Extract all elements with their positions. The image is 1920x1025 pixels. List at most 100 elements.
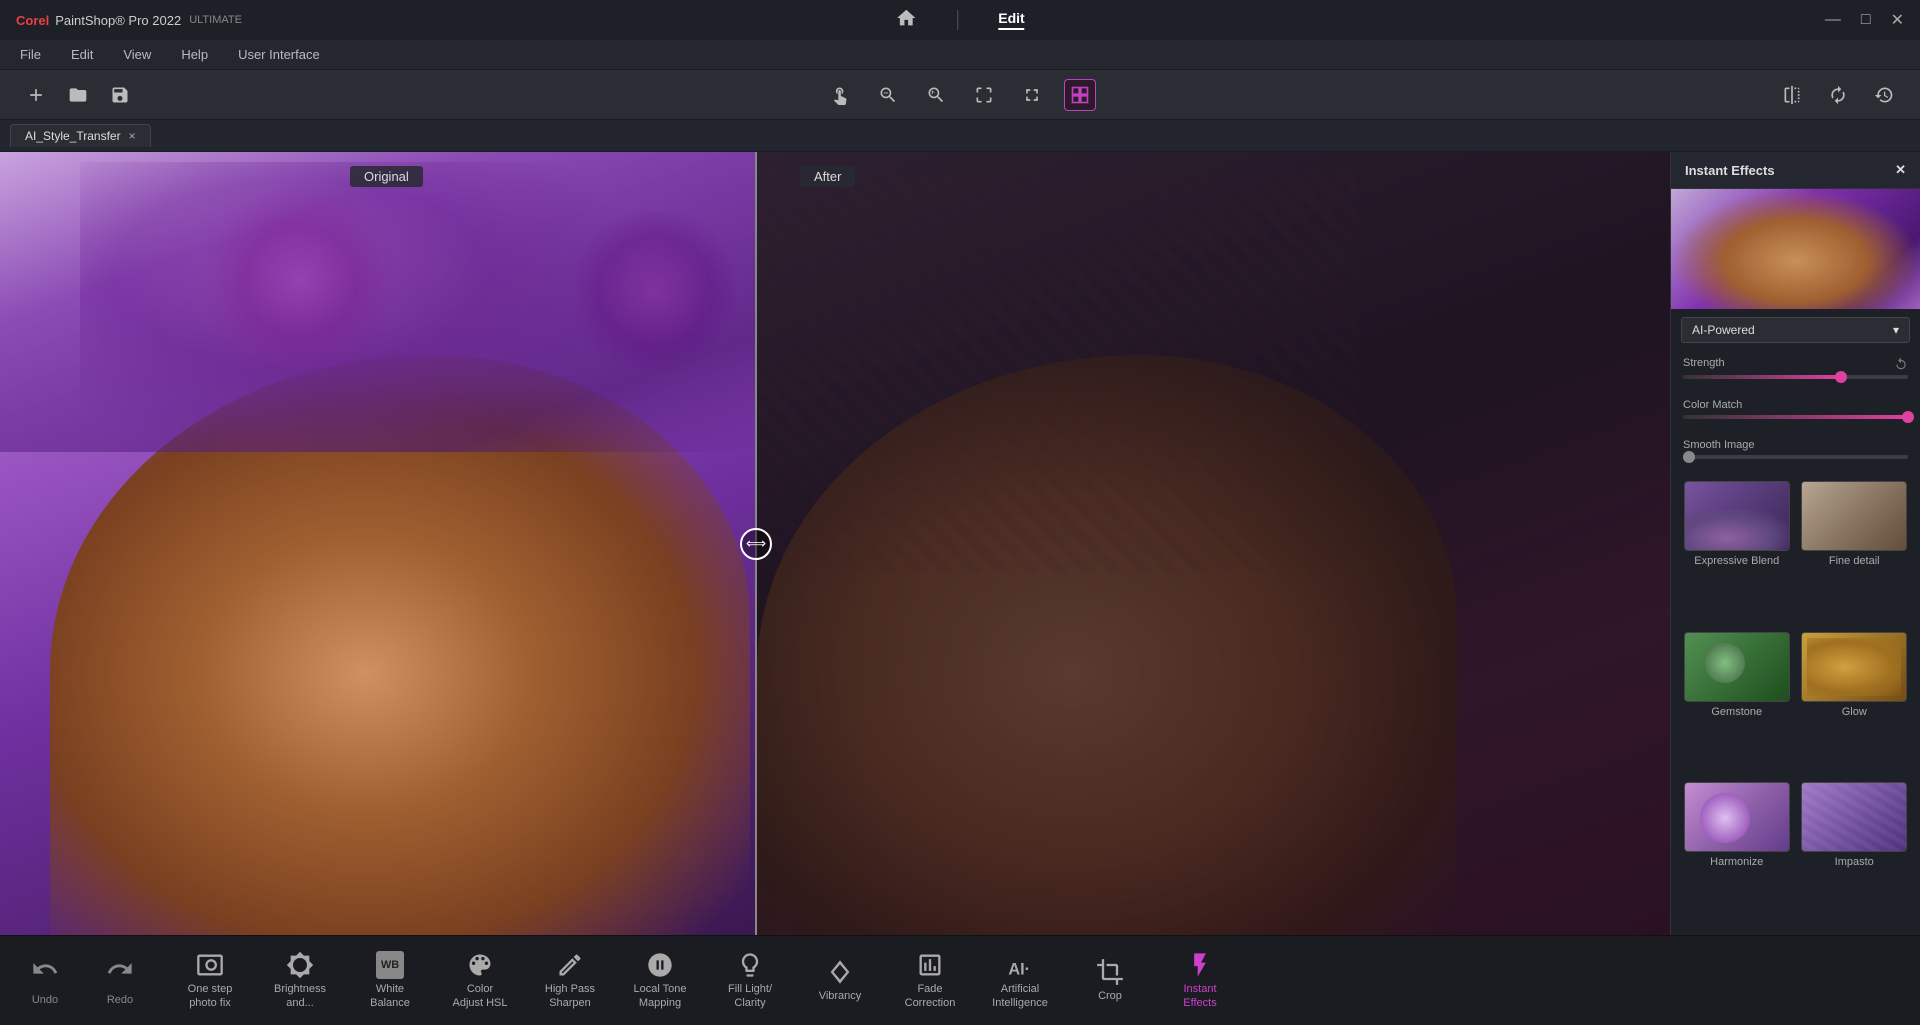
flip-horizontal-button[interactable] [1776, 79, 1808, 111]
brightness-button[interactable]: Brightnessand... [255, 941, 345, 1021]
zoom-out-button[interactable] [872, 79, 904, 111]
one-step-photo-button[interactable]: One stepphoto fix [165, 941, 255, 1021]
svg-text:AI·: AI· [1008, 961, 1030, 979]
undo-icon [31, 955, 59, 990]
brightness-label: Brightnessand... [274, 983, 326, 1009]
color-match-slider-section: Color Match [1671, 393, 1920, 433]
bottom-toolbar: Undo Redo One stepphoto fix Brightnessan… [0, 935, 1920, 1025]
minimize-button[interactable]: — [1825, 11, 1841, 29]
ai-icon: AI· [1006, 951, 1034, 979]
local-tone-icon [646, 951, 674, 979]
history-icon [1874, 85, 1894, 105]
brightness-icon [286, 951, 314, 979]
open-file-button[interactable] [62, 79, 94, 111]
fade-correction-icon [916, 951, 944, 979]
fill-light-label: Fill Light/Clarity [728, 983, 772, 1009]
effect-impasto[interactable]: Impasto [1799, 782, 1911, 927]
undo-button[interactable]: Undo [10, 941, 80, 1021]
menu-user-interface[interactable]: User Interface [238, 47, 320, 62]
effects-grid: Expressive Blend Fine detail Gemstone [1671, 473, 1920, 935]
white-balance-button[interactable]: WB WhiteBalance [345, 941, 435, 1021]
new-file-button[interactable] [20, 79, 52, 111]
toolbar-center [824, 79, 1096, 111]
undo-redo-group: Undo Redo [10, 941, 155, 1021]
photo-right-after [757, 152, 1705, 935]
fill-light-button[interactable]: Fill Light/Clarity [705, 941, 795, 1021]
close-window-button[interactable]: ✕ [1891, 10, 1904, 30]
edition-badge: ULTIMATE [189, 14, 242, 26]
effect-label-harmonize: Harmonize [1710, 856, 1763, 868]
split-handle[interactable]: ⟺ [740, 528, 772, 560]
zoom-in-button[interactable] [920, 79, 952, 111]
menu-view[interactable]: View [123, 47, 151, 62]
panel-title: Instant Effects [1685, 163, 1775, 178]
save-file-icon [110, 85, 130, 105]
split-divider: ⟺ [755, 152, 757, 935]
strength-slider-fill [1683, 375, 1841, 379]
effect-fine-detail[interactable]: Fine detail [1799, 481, 1911, 626]
color-match-slider-thumb[interactable] [1902, 411, 1914, 423]
rotate-button[interactable] [1822, 79, 1854, 111]
effect-thumb-gemstone [1684, 632, 1790, 702]
local-tone-mapping-button[interactable]: Local ToneMapping [615, 941, 705, 1021]
overlay-button[interactable] [1064, 79, 1096, 111]
actual-size-button[interactable] [1016, 79, 1048, 111]
fade-correction-button[interactable]: FadeCorrection [885, 941, 975, 1021]
main-toolbar [0, 70, 1920, 120]
instant-effects-label: InstantEffects [1183, 983, 1216, 1009]
effect-thumb-harmonize [1684, 782, 1790, 852]
artificial-intelligence-button[interactable]: AI· ArtificialIntelligence [975, 941, 1065, 1021]
panel-close-button[interactable]: ✕ [1895, 162, 1906, 178]
save-file-button[interactable] [104, 79, 136, 111]
fit-image-button[interactable] [968, 79, 1000, 111]
crop-label: Crop [1098, 990, 1122, 1003]
color-adjust-hsl-button[interactable]: ColorAdjust HSL [435, 941, 525, 1021]
brand-logo: Corel [16, 13, 49, 28]
strength-slider-thumb[interactable] [1835, 371, 1847, 383]
product-name: PaintShop® Pro 2022 [55, 13, 181, 28]
effect-glow[interactable]: Glow [1799, 632, 1911, 777]
undo-label: Undo [32, 994, 58, 1006]
window-controls: — □ ✕ [1825, 10, 1904, 30]
color-match-slider-track[interactable] [1683, 415, 1908, 419]
pan-tool-button[interactable] [824, 79, 856, 111]
local-tone-label: Local ToneMapping [633, 983, 686, 1009]
title-divider [957, 10, 958, 30]
ai-powered-dropdown[interactable]: AI-Powered ▾ [1681, 317, 1910, 343]
color-match-slider-fill [1683, 415, 1908, 419]
maximize-button[interactable]: □ [1861, 11, 1871, 29]
menu-file[interactable]: File [20, 47, 41, 62]
effect-thumb-glow [1801, 632, 1907, 702]
high-pass-sharpen-button[interactable]: High PassSharpen [525, 941, 615, 1021]
fill-light-icon [736, 951, 764, 979]
smooth-image-slider-track[interactable] [1683, 455, 1908, 459]
smooth-image-slider-section: Smooth Image [1671, 433, 1920, 473]
instant-effects-button[interactable]: InstantEffects [1155, 941, 1245, 1021]
effect-expressive-blend[interactable]: Expressive Blend [1681, 481, 1793, 626]
crop-button[interactable]: Crop [1065, 941, 1155, 1021]
tab-close-button[interactable]: × [129, 129, 136, 143]
history-button[interactable] [1868, 79, 1900, 111]
home-icon [895, 7, 917, 29]
menu-help[interactable]: Help [181, 47, 208, 62]
high-pass-icon [556, 951, 584, 979]
active-tab[interactable]: AI_Style_Transfer × [10, 124, 151, 147]
effect-harmonize[interactable]: Harmonize [1681, 782, 1793, 927]
menu-edit[interactable]: Edit [71, 47, 93, 62]
home-button[interactable] [895, 7, 917, 34]
fade-correction-label: FadeCorrection [905, 983, 956, 1009]
color-adjust-label: ColorAdjust HSL [452, 983, 507, 1009]
reset-strength-icon[interactable] [1894, 357, 1908, 371]
edit-mode-button[interactable]: Edit [998, 10, 1024, 30]
panel-preview-image [1671, 189, 1920, 309]
app-title: Corel PaintShop® Pro 2022 ULTIMATE [16, 13, 242, 28]
effect-label-gemstone: Gemstone [1711, 706, 1762, 718]
vibrancy-button[interactable]: Vibrancy [795, 941, 885, 1021]
strength-slider-track[interactable] [1683, 375, 1908, 379]
effect-gemstone[interactable]: Gemstone [1681, 632, 1793, 777]
after-label: After [800, 166, 855, 187]
smooth-image-label: Smooth Image [1683, 439, 1908, 451]
redo-button[interactable]: Redo [85, 941, 155, 1021]
one-step-photo-icon [196, 951, 224, 979]
smooth-image-slider-thumb[interactable] [1683, 451, 1695, 463]
